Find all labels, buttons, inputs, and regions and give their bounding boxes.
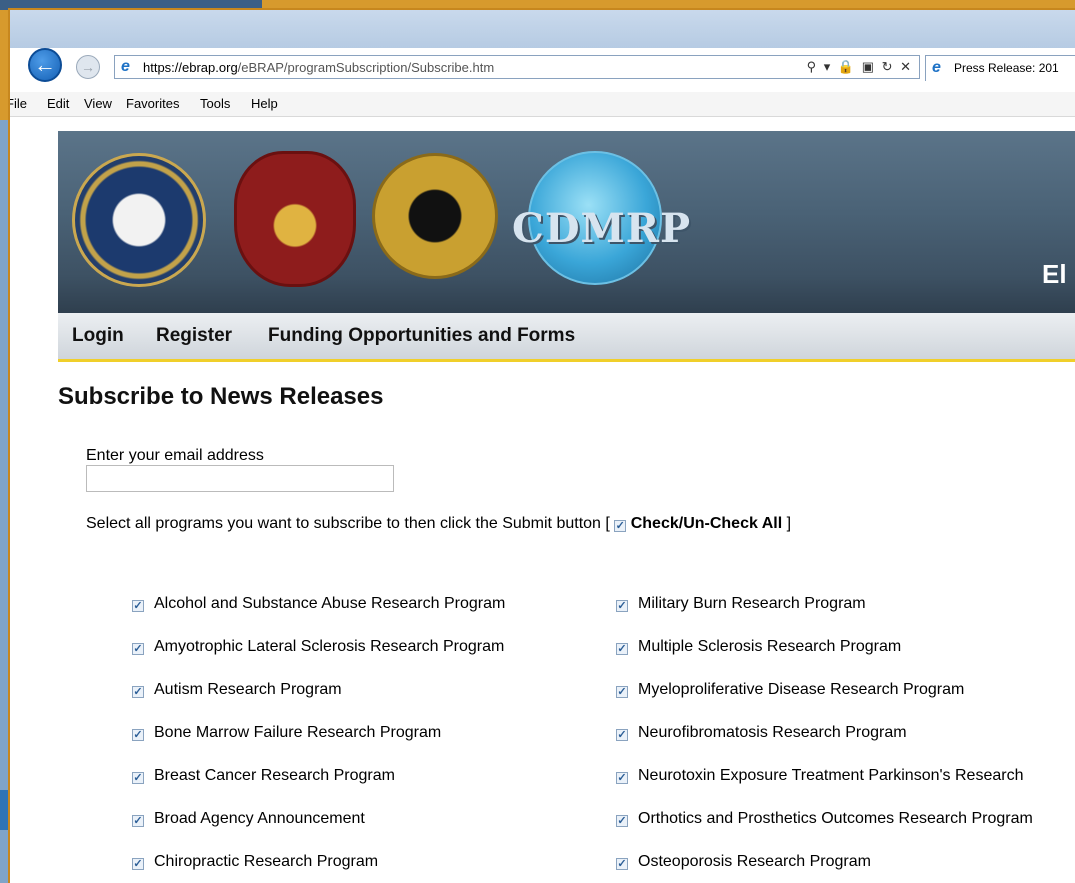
program-checkbox[interactable]: ✓ bbox=[132, 858, 144, 870]
menu-edit[interactable]: Edit bbox=[47, 96, 69, 111]
program-item[interactable]: ✓ Orthotics and Prosthetics Outcomes Rese… bbox=[616, 810, 1033, 828]
program-checkbox[interactable]: ✓ bbox=[616, 858, 628, 870]
check-all-checkbox[interactable]: ✓ bbox=[614, 520, 627, 532]
select-instructions: Select all programs you want to subscrib… bbox=[86, 515, 792, 532]
menu-file[interactable]: File bbox=[10, 96, 27, 111]
menu-bar: File Edit View Favorites Tools Help bbox=[10, 92, 1075, 117]
program-checkbox[interactable]: ✓ bbox=[132, 729, 144, 741]
check-all-label[interactable]: Check/Un-Check All bbox=[631, 515, 782, 532]
address-bar-icons[interactable]: ⚲ ▾ 🔒 ▣ ↻ ✕ bbox=[807, 59, 913, 75]
program-checkbox[interactable]: ✓ bbox=[132, 643, 144, 655]
nav-login[interactable]: Login bbox=[72, 325, 124, 347]
back-button[interactable]: ← bbox=[28, 48, 62, 82]
email-label: Enter your email address bbox=[86, 447, 264, 464]
banner-title-partial: El bbox=[1042, 259, 1067, 289]
menu-help[interactable]: Help bbox=[251, 96, 278, 111]
tab-title: Press Release: 201 bbox=[954, 61, 1059, 75]
arrow-right-icon: → bbox=[81, 59, 95, 75]
program-item[interactable]: ✓ Osteoporosis Research Program bbox=[616, 853, 871, 871]
email-field[interactable] bbox=[86, 465, 394, 492]
address-bar[interactable]: e https://ebrap.org/eBRAP/programSubscri… bbox=[114, 55, 920, 79]
program-checkbox[interactable]: ✓ bbox=[132, 772, 144, 784]
browser-window: ← → e https://ebrap.org/eBRAP/programSub… bbox=[8, 8, 1075, 883]
arrow-left-icon: ← bbox=[34, 52, 56, 77]
program-checkbox[interactable]: ✓ bbox=[132, 815, 144, 827]
menu-view[interactable]: View bbox=[84, 96, 112, 111]
program-item[interactable]: ✓ Bone Marrow Failure Research Program bbox=[132, 724, 441, 742]
program-item[interactable]: ✓ Breast Cancer Research Program bbox=[132, 767, 395, 785]
usamraa-seal-logo bbox=[372, 153, 498, 279]
site-nav: Login Register Funding Opportunities and… bbox=[58, 313, 1075, 362]
web-page: CDMRP El Login Register Funding Opportun… bbox=[10, 117, 1075, 883]
title-bar bbox=[10, 10, 1075, 48]
program-item[interactable]: ✓ Neurotoxin Exposure Treatment Parkinson… bbox=[616, 767, 1023, 785]
program-item[interactable]: ✓ Chiropractic Research Program bbox=[132, 853, 378, 871]
program-item[interactable]: ✓ Amyotrophic Lateral Sclerosis Research … bbox=[132, 638, 504, 656]
url-text: https://ebrap.org/eBRAP/programSubscript… bbox=[143, 60, 495, 75]
nav-register[interactable]: Register bbox=[156, 325, 232, 347]
browser-tab[interactable]: e Press Release: 201 bbox=[925, 55, 1075, 81]
program-checkbox[interactable]: ✓ bbox=[132, 600, 144, 612]
header-banner: CDMRP El bbox=[58, 131, 1075, 313]
program-checkbox[interactable]: ✓ bbox=[616, 772, 628, 784]
forward-button[interactable]: → bbox=[76, 55, 100, 79]
program-item[interactable]: ✓ Broad Agency Announcement bbox=[132, 810, 365, 828]
program-checkbox[interactable]: ✓ bbox=[616, 686, 628, 698]
program-item[interactable]: ✓ Autism Research Program bbox=[132, 681, 342, 699]
program-item[interactable]: ✓ Myeloproliferative Disease Research Pro… bbox=[616, 681, 964, 699]
program-item[interactable]: ✓ Military Burn Research Program bbox=[616, 595, 866, 613]
menu-tools[interactable]: Tools bbox=[200, 96, 230, 111]
program-checkbox[interactable]: ✓ bbox=[132, 686, 144, 698]
cdmrp-logo-text: CDMRP bbox=[512, 205, 692, 252]
nav-funding-opportunities[interactable]: Funding Opportunities and Forms bbox=[268, 325, 575, 347]
page-title: Subscribe to News Releases bbox=[58, 383, 384, 410]
army-medical-crest-logo bbox=[234, 151, 356, 287]
program-item[interactable]: ✓ Neurofibromatosis Research Program bbox=[616, 724, 907, 742]
ie-logo-icon: e bbox=[932, 59, 941, 76]
ie-logo-icon: e bbox=[121, 58, 130, 75]
program-checkbox[interactable]: ✓ bbox=[616, 729, 628, 741]
program-checkbox[interactable]: ✓ bbox=[616, 815, 628, 827]
menu-favorites[interactable]: Favorites bbox=[126, 96, 179, 111]
program-checkbox[interactable]: ✓ bbox=[616, 643, 628, 655]
program-item[interactable]: ✓ Multiple Sclerosis Research Program bbox=[616, 638, 901, 656]
program-item[interactable]: ✓ Alcohol and Substance Abuse Research Pr… bbox=[132, 595, 505, 613]
title-bar-text bbox=[280, 18, 840, 28]
program-checkbox[interactable]: ✓ bbox=[616, 600, 628, 612]
dod-seal-logo bbox=[72, 153, 206, 287]
